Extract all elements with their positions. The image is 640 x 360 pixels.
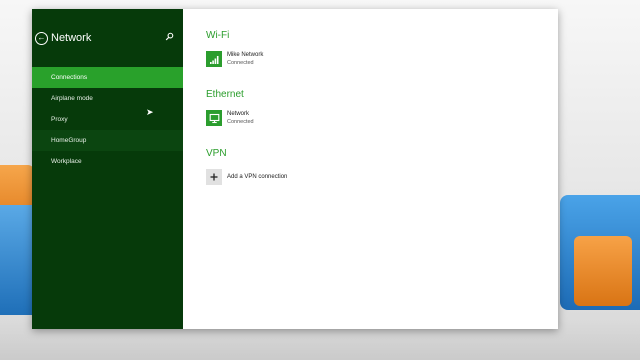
sidebar-item-connections[interactable]: Connections [32,67,183,88]
mouse-cursor-icon: ➤ [146,107,154,117]
wifi-network-name: Mike Network [227,52,264,58]
sidebar-item-homegroup[interactable]: HomeGroup [32,130,183,151]
sidebar-item-workplace[interactable]: Workplace [32,151,183,172]
sidebar-title: Network [51,32,92,44]
add-vpn-label: Add a VPN connection [227,174,288,180]
ethernet-section-title: Ethernet [206,89,244,100]
main-content: Wi-Fi Mike Network Connected Ethernet Ne… [183,9,558,329]
sidebar-nav: Connections Airplane mode Proxy HomeGrou… [32,67,183,172]
back-arrow-icon[interactable]: ← [35,31,48,45]
search-icon[interactable] [165,32,174,41]
ethernet-monitor-icon [206,110,222,126]
ethernet-network-item[interactable]: Network Connected [206,110,558,126]
sidebar-item-airplane-mode[interactable]: Airplane mode [32,88,183,109]
wifi-network-status: Connected [227,60,254,66]
ethernet-network-name: Network [227,111,250,117]
sidebar-item-proxy[interactable]: Proxy [32,109,183,130]
wifi-signal-icon [206,51,222,67]
vpn-section-title: VPN [206,148,227,159]
add-vpn-connection-button[interactable]: Add a VPN connection [206,169,558,185]
sidebar-header: ← Network [32,25,183,51]
sidebar: ← Network Connections Airplane mode Prox… [32,9,183,329]
plus-icon [206,169,222,185]
settings-window: ← Network Connections Airplane mode Prox… [32,9,558,329]
background-chair-right [574,236,632,306]
wifi-network-item[interactable]: Mike Network Connected [206,51,558,67]
wifi-section-title: Wi-Fi [206,30,230,41]
ethernet-network-status: Connected [227,119,254,125]
